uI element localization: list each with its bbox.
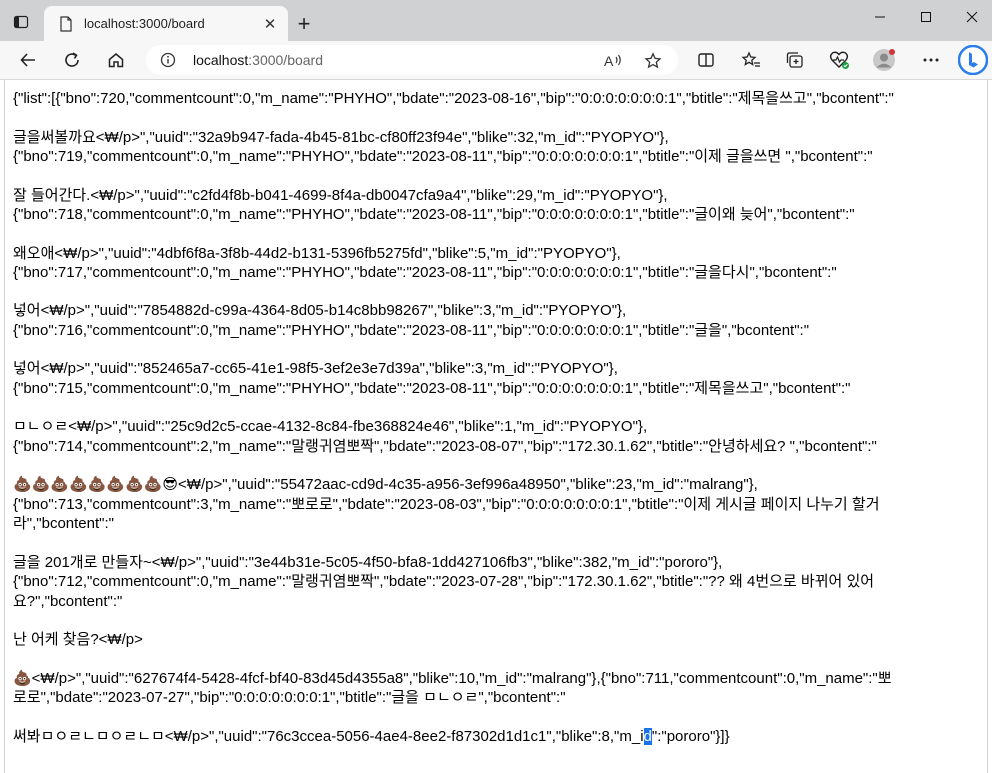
url-host: localhost [193,52,249,68]
minimize-button[interactable] [860,6,900,28]
json-text-line: {"bno":713,"commentcount":3,"m_name":"뽀로… [13,495,880,513]
read-aloud-icon: A [604,53,621,69]
text-before-selection: 써봐ㅁㅇㄹㄴㅁㅇㄹㄴㅁ<₩/p>","uuid":"76c3ccea-5056-… [13,727,644,745]
bing-icon [958,45,988,75]
json-text-line: 💩💩💩💩💩💩💩💩😎<₩/p>","uuid":"55472aac-cd9d-4c… [13,476,758,494]
more-icon [923,58,939,62]
json-text-line: {"list":[{"bno":720,"commentcount":0,"m_… [13,90,894,107]
page-favicon-icon [58,15,74,32]
home-button[interactable] [102,46,130,74]
collections-icon [786,52,803,68]
browser-title-bar: localhost:3000/board ✕ + [0,0,992,41]
json-text-line: {"bno":714,"commentcount":2,"m_name":"말랭… [13,437,877,455]
svg-text:A: A [604,53,614,69]
text-after-selection: ":"pororo"}]} [651,727,730,745]
json-text-line: {"bno":719,"commentcount":0,"m_name":"PH… [13,147,873,165]
refresh-icon [65,52,79,67]
read-aloud-button[interactable]: A [602,50,624,72]
json-text-line: {"bno":716,"commentcount":0,"m_name":"PH… [13,321,810,339]
json-text-line: 글을 201개로 만들자~<₩/p>","uuid":"3e44b31e-5c0… [13,553,723,571]
profile-avatar-icon [873,49,895,71]
tab-actions-icon [13,15,29,29]
json-text-line: 로로","bdate":"2023-07-27","bip":"0:0:0:0:… [13,689,566,707]
json-text-line: 난 어케 찾음?<₩/p> [13,631,143,649]
info-icon[interactable] [160,52,176,68]
favorites-icon [741,51,760,67]
json-text-line: 넣어<₩/p>","uuid":"7854882d-c99a-4364-8d05… [13,302,627,320]
minimize-icon [875,16,885,18]
browser-essentials-button[interactable] [826,46,854,74]
window-close-icon [966,11,978,23]
tab-title: localhost:3000/board [84,16,205,31]
plus-icon: + [297,11,311,36]
json-text-line: 라","bcontent":" [13,515,114,533]
json-text-line: ㅁㄴㅇㄹ<₩/p>","uuid":"25c9d2c5-ccae-4132-8c… [13,418,648,436]
selected-text: d [643,727,652,745]
close-icon: ✕ [263,15,277,33]
json-text-line: 글을써볼까요<₩/p>","uuid":"32a9b947-fada-4b45-… [13,128,669,146]
url-path: :3000/board [248,52,323,68]
json-text-line: 왜오애<₩/p>","uuid":"4dbf6f8a-3f8b-44d2-b13… [13,244,621,262]
url-text[interactable]: localhost:3000/board [193,52,323,68]
json-text-line: {"bno":712,"commentcount":0,"m_name":"말랭… [13,573,875,591]
browser-toolbar: localhost:3000/board A [0,41,992,79]
favorites-button[interactable] [737,46,765,74]
tab-close-button[interactable]: ✕ [260,14,280,34]
home-icon [108,53,124,68]
window-close-button[interactable] [952,6,992,28]
json-text-line: 잘 들어간다.<₩/p>","uuid":"c2fd4f8b-b041-4699… [13,186,668,204]
arrow-left-icon [20,53,35,67]
settings-more-button[interactable] [917,46,945,74]
json-text-line: {"bno":715,"commentcount":0,"m_name":"PH… [13,379,851,397]
refresh-button[interactable] [58,46,86,74]
split-screen-icon [698,53,714,67]
json-text-line: 💩<₩/p>","uuid":"627674f4-5428-4fcf-bf40-… [13,669,892,687]
json-text-line: 넣어<₩/p>","uuid":"852465a7-cc65-41e1-98f5… [13,360,618,378]
collections-button[interactable] [781,46,809,74]
json-text-line: {"bno":717,"commentcount":0,"m_name":"PH… [13,263,837,281]
json-response-text: {"list":[{"bno":720,"commentcount":0,"m_… [13,89,973,746]
new-tab-button[interactable]: + [292,11,316,36]
page-content: {"list":[{"bno":720,"commentcount":0,"m_… [4,80,988,773]
profile-button[interactable] [870,46,898,74]
browser-essentials-icon [829,51,849,69]
maximize-button[interactable] [906,6,946,28]
tab-active[interactable]: localhost:3000/board ✕ [44,6,288,41]
maximize-icon [921,12,931,22]
copilot-button[interactable] [958,45,988,75]
favorite-button[interactable] [642,50,664,72]
tab-actions-button[interactable] [6,8,36,36]
star-icon [644,52,662,69]
address-bar[interactable]: localhost:3000/board A [146,45,678,75]
json-text-line: 요?","bcontent":" [13,592,123,610]
json-text-line-last: 써봐ㅁㅇㄹㄴㅁㅇㄹㄴㅁ<₩/p>","uuid":"76c3ccea-5056-… [13,727,973,746]
split-screen-button[interactable] [692,46,720,74]
back-button[interactable] [14,46,42,74]
json-text-line: {"bno":718,"commentcount":0,"m_name":"PH… [13,205,855,223]
